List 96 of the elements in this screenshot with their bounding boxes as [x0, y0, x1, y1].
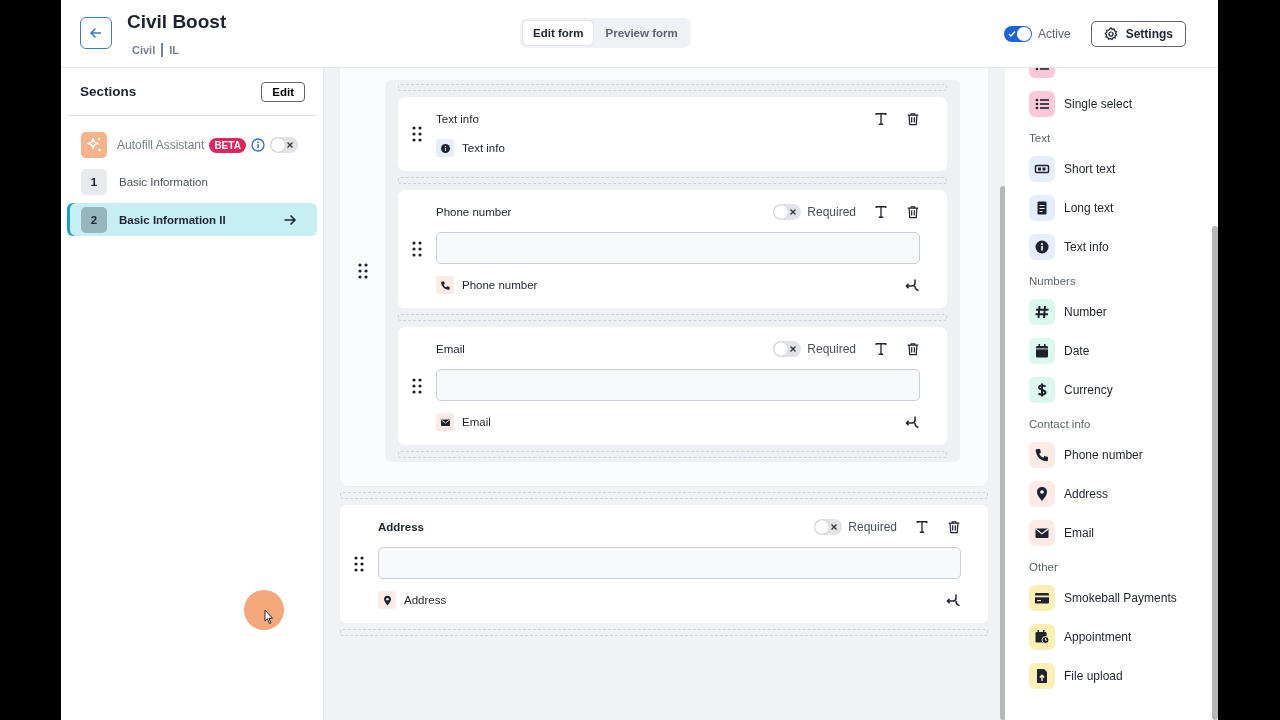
field-type-label: Email — [462, 416, 491, 428]
field-type-label: Text info — [462, 142, 505, 154]
scrollbar-thumb[interactable] — [1212, 226, 1218, 720]
drag-handle-icon[interactable] — [354, 556, 364, 572]
required-label: Required — [848, 520, 897, 534]
delete-icon[interactable] — [906, 342, 920, 356]
section-item[interactable]: 1 Basic Information — [67, 165, 317, 198]
field-type-label: Phone number — [462, 279, 538, 291]
field-type-item[interactable]: Phone number — [1029, 439, 1177, 471]
section-item[interactable]: 2 Basic Information II — [67, 203, 317, 236]
delete-icon[interactable] — [947, 520, 961, 534]
form-title: Civil Boost — [127, 11, 227, 33]
field-type-item[interactable]: Text info — [1029, 231, 1177, 263]
subtitle-tag: Civil — [132, 44, 156, 56]
input-field[interactable] — [378, 547, 961, 579]
field-type-item[interactable]: Address — [1029, 478, 1177, 510]
field-label: Email — [436, 343, 465, 355]
tab[interactable]: Preview form — [595, 21, 688, 45]
settings-icon — [1103, 27, 1118, 41]
category-heading: Other — [1029, 560, 1059, 575]
field-type-item[interactable]: Number — [1029, 296, 1177, 328]
delete-icon[interactable] — [906, 112, 920, 126]
required-label: Required — [807, 205, 856, 219]
hash-icon — [1034, 304, 1050, 320]
text-format-icon[interactable] — [874, 342, 888, 356]
text-format-icon[interactable] — [915, 520, 929, 534]
branch-icon[interactable] — [905, 415, 920, 429]
arrow-right-icon — [283, 212, 297, 227]
drag-handle-icon[interactable] — [412, 378, 422, 394]
field-type-item[interactable]: Smokeball Payments — [1029, 582, 1177, 614]
section-label: Basic Information II — [119, 213, 227, 226]
assistant-label: Autofill Assistant — [117, 138, 205, 152]
field-type-item[interactable]: Long text — [1029, 192, 1177, 224]
section-number: 1 — [81, 168, 107, 195]
scrollbar-thumb[interactable] — [1000, 186, 1005, 720]
text-format-icon[interactable] — [874, 112, 888, 126]
subtitle-tag: IL — [169, 44, 179, 56]
close-icon — [789, 208, 798, 216]
info-icon — [250, 138, 265, 152]
section-label: Basic Information — [119, 175, 209, 188]
list-icon — [1034, 96, 1050, 112]
input-field[interactable] — [436, 369, 920, 401]
toggle-switch[interactable] — [773, 341, 802, 357]
field-type-item[interactable]: Date — [1029, 335, 1177, 367]
beta-badge: BETA — [209, 137, 246, 153]
field-type-label: Address — [404, 594, 447, 606]
field-type-item[interactable]: Short text — [1029, 153, 1177, 185]
file-upload-icon — [1034, 668, 1050, 684]
category-heading: Numbers — [1029, 274, 1077, 289]
category-heading: Contact info — [1029, 417, 1092, 432]
location-pin-icon — [381, 594, 393, 606]
tab[interactable]: Edit form — [523, 21, 594, 45]
input-field[interactable] — [436, 232, 920, 264]
toggle-switch[interactable] — [269, 137, 298, 153]
drag-handle-icon[interactable] — [357, 263, 368, 279]
phone-icon — [439, 279, 451, 291]
edit-button[interactable]: Edit — [261, 81, 305, 102]
field-type-item[interactable]: Appointment — [1029, 621, 1177, 653]
drag-handle-icon[interactable] — [412, 241, 422, 257]
back-button[interactable] — [80, 17, 112, 49]
settings-button[interactable]: Settings — [1090, 21, 1186, 47]
mouse-pointer-icon — [264, 609, 274, 625]
close-icon — [285, 141, 294, 149]
field-label: Phone number — [436, 206, 512, 218]
toggle-switch[interactable] — [814, 519, 843, 535]
calendar-clock-icon — [1034, 629, 1050, 645]
required-label: Required — [807, 342, 856, 356]
drag-handle-icon[interactable] — [412, 126, 422, 142]
section-number: 2 — [81, 206, 107, 233]
close-icon — [830, 523, 839, 531]
toggle-switch[interactable] — [1003, 26, 1032, 42]
toggle-switch[interactable] — [773, 204, 802, 220]
info-icon — [1034, 239, 1050, 255]
sparkle-icon — [81, 132, 107, 158]
credit-card-icon — [1034, 590, 1050, 606]
field-label: Text info — [436, 113, 479, 125]
location-pin-icon — [1034, 486, 1050, 502]
close-icon — [789, 345, 798, 353]
delete-icon[interactable] — [906, 205, 920, 219]
arrow-left-icon — [89, 26, 103, 40]
field-type-item[interactable]: Currency — [1029, 374, 1177, 406]
field-label: Address — [378, 521, 425, 533]
field-type-item[interactable]: File upload — [1029, 660, 1177, 692]
sidebar-title: Sections — [80, 84, 137, 99]
phone-icon — [1034, 447, 1050, 463]
category-heading: Text — [1029, 131, 1052, 146]
field-type-item[interactable]: Email — [1029, 517, 1177, 549]
branch-icon[interactable] — [905, 278, 920, 292]
text-format-icon[interactable] — [874, 205, 888, 219]
envelope-icon — [439, 416, 451, 428]
branch-icon[interactable] — [946, 593, 961, 607]
info-icon — [439, 142, 451, 154]
toggle-label: Active — [1037, 27, 1071, 41]
field-type-item[interactable]: Single select — [1029, 88, 1177, 120]
calendar-icon — [1034, 343, 1050, 359]
check-icon — [1007, 30, 1016, 38]
